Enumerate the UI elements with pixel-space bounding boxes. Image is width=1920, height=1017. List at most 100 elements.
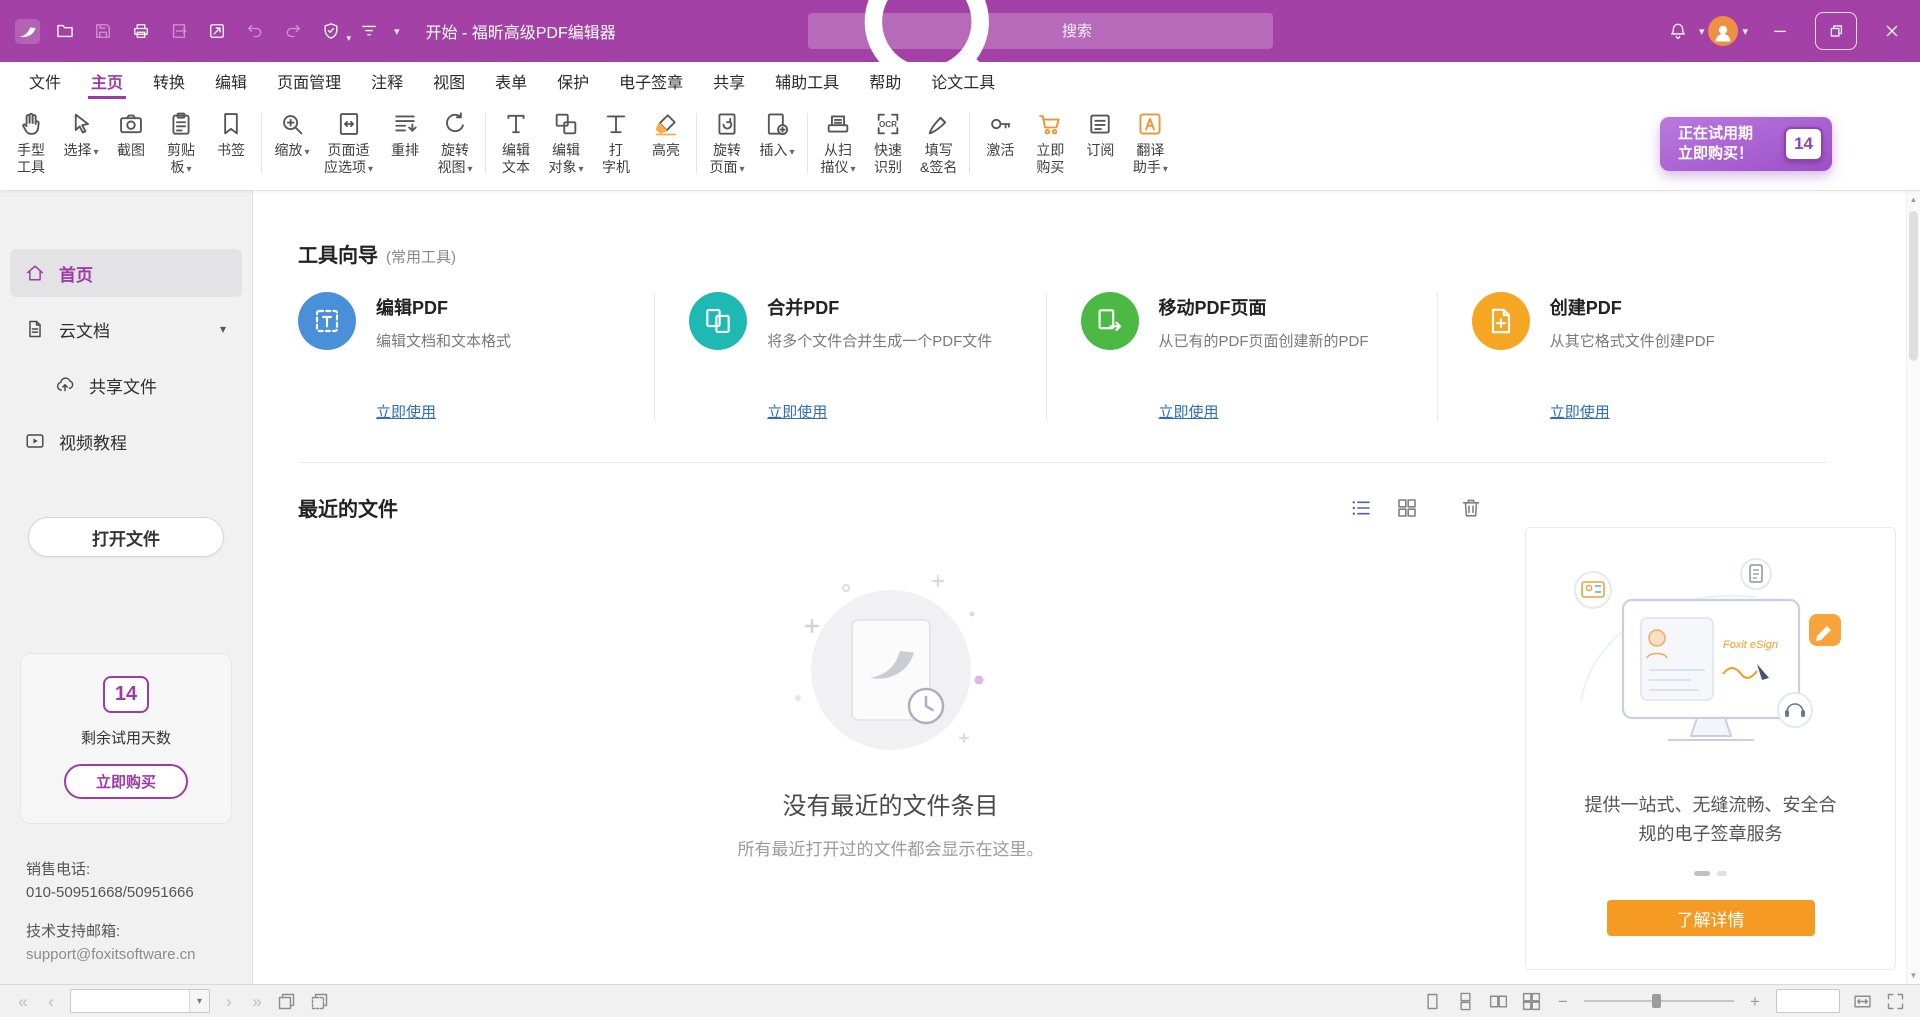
snapshot-button[interactable]: 截图	[106, 103, 156, 184]
account-caret-icon[interactable]: ▾	[1738, 25, 1752, 38]
menu-tab-8[interactable]: 保护	[542, 62, 604, 99]
buy-now-button[interactable]: 立即购买	[1025, 103, 1075, 184]
menu-tab-13[interactable]: 论文工具	[916, 62, 1010, 99]
use-now-link[interactable]: 立即使用	[767, 401, 827, 422]
undo-icon[interactable]	[238, 15, 272, 47]
list-view-icon[interactable]	[1349, 496, 1373, 520]
export-pdf-icon[interactable]	[162, 15, 196, 47]
menu-tab-5[interactable]: 注释	[356, 62, 418, 99]
last-page-button[interactable]: »	[248, 993, 266, 1010]
bookmark-button[interactable]: 书签	[206, 103, 256, 184]
open-file-button[interactable]: 打开文件	[28, 517, 224, 557]
support-email-link[interactable]: support@foxitsoftware.cn	[26, 943, 252, 966]
next-page-button[interactable]: ›	[220, 993, 238, 1010]
highlight-button[interactable]: 高亮	[641, 103, 691, 184]
zoom-in-button[interactable]: +	[1746, 993, 1764, 1010]
esign-protect-icon[interactable]: ▾	[314, 15, 348, 47]
zoom-percent-input[interactable]	[1776, 989, 1840, 1013]
subscribe-button[interactable]: 订阅	[1075, 103, 1125, 184]
zoom-out-button[interactable]: −	[1554, 993, 1572, 1010]
facing-icon[interactable]	[1488, 991, 1509, 1012]
open-file-icon[interactable]	[48, 15, 82, 47]
scrollbar-thumb[interactable]	[1909, 211, 1918, 361]
zoom-button[interactable]: 缩放▾	[267, 103, 317, 184]
user-avatar[interactable]	[1708, 16, 1738, 46]
ribbon-button-label: 翻译助手▾	[1133, 142, 1168, 178]
scroll-up-arrow-icon[interactable]: ▲	[1910, 195, 1918, 204]
fit-width-icon[interactable]	[1852, 991, 1873, 1012]
rotate-view-button[interactable]: 旋转视图▾	[430, 103, 480, 184]
search-input[interactable]	[1062, 23, 1261, 40]
restore-button[interactable]	[1808, 0, 1864, 62]
page-list-dropdown-button[interactable]: ▾	[189, 990, 209, 1012]
close-button[interactable]	[1864, 0, 1920, 62]
sidebar-item-cloud-docs[interactable]: 云文档▾	[10, 305, 242, 353]
merge-pdf-icon	[689, 292, 747, 350]
learn-more-button[interactable]: 了解详情	[1607, 900, 1815, 936]
use-now-link[interactable]: 立即使用	[1159, 401, 1219, 422]
save-icon[interactable]	[86, 15, 120, 47]
quick-ocr-button[interactable]: OCR快速识别	[863, 103, 913, 184]
menu-tab-10[interactable]: 共享	[698, 62, 760, 99]
buy-now-button[interactable]: 立即购买	[64, 764, 188, 799]
prev-page-button[interactable]: ‹	[42, 993, 60, 1010]
edit-text-button[interactable]: 编辑文本	[491, 103, 541, 184]
fill-sign-button[interactable]: 填写&签名	[913, 103, 964, 184]
snapshot-add-icon[interactable]	[309, 991, 330, 1012]
search-box[interactable]	[808, 13, 1273, 49]
print-icon[interactable]	[124, 15, 158, 47]
carousel-dot[interactable]	[1717, 871, 1727, 876]
zoom-slider-thumb[interactable]	[1652, 994, 1661, 1008]
continuous-facing-icon[interactable]	[1521, 991, 1542, 1012]
grid-view-icon[interactable]	[1395, 496, 1419, 520]
redo-icon[interactable]	[276, 15, 310, 47]
scroll-down-arrow-icon[interactable]: ▼	[1910, 971, 1918, 980]
reflow-button[interactable]: 重排	[380, 103, 430, 184]
trash-icon[interactable]	[1459, 496, 1483, 520]
sidebar-item-video-tutorials[interactable]: 视频教程	[10, 417, 242, 465]
sidebar-item-shared-files[interactable]: 共享文件	[10, 361, 242, 409]
menu-tab-3[interactable]: 编辑	[200, 62, 262, 99]
edit-object-button[interactable]: 编辑对象▾	[541, 103, 591, 184]
menu-tab-12[interactable]: 帮助	[854, 62, 916, 99]
menu-tab-0[interactable]: 文件	[14, 62, 76, 99]
first-page-button[interactable]: «	[14, 993, 32, 1010]
notifications-bell-icon[interactable]	[1661, 15, 1695, 47]
share-doc-icon[interactable]	[200, 15, 234, 47]
single-page-icon[interactable]	[1422, 991, 1443, 1012]
chevron-down-icon[interactable]: ▾	[220, 322, 226, 336]
highlight-icon	[652, 110, 680, 138]
toolbar-customize-icon[interactable]	[352, 15, 386, 47]
insert-pages-button[interactable]: 插入▾	[752, 103, 802, 184]
menu-tab-4[interactable]: 页面管理	[262, 62, 356, 99]
translate-assistant-button[interactable]: 翻译助手▾	[1125, 103, 1175, 184]
hand-tool-button[interactable]: 手型工具	[6, 103, 56, 184]
typewriter-button[interactable]: 打字机	[591, 103, 641, 184]
menu-tab-11[interactable]: 辅助工具	[760, 62, 854, 99]
page-number-input[interactable]	[71, 990, 189, 1012]
trial-purchase-badge[interactable]: 正在试用期 立即购买！ 14	[1660, 117, 1832, 171]
use-now-link[interactable]: 立即使用	[1550, 401, 1610, 422]
page-fit-options-button[interactable]: 页面适应选项▾	[317, 103, 380, 184]
snapshot-icon[interactable]	[276, 991, 297, 1012]
carousel-dot-active[interactable]	[1694, 871, 1710, 876]
menu-tab-6[interactable]: 视图	[418, 62, 480, 99]
activate-button[interactable]: 激活	[975, 103, 1025, 184]
sidebar-item-home[interactable]: 首页	[10, 249, 242, 297]
menu-tab-1[interactable]: 主页	[76, 62, 138, 99]
zoom-slider[interactable]	[1584, 991, 1734, 1011]
menu-tab-7[interactable]: 表单	[480, 62, 542, 99]
clipboard-button[interactable]: 剪贴板▾	[156, 103, 206, 184]
notifications-caret-icon[interactable]: ▾	[1695, 25, 1709, 38]
minimize-button[interactable]	[1752, 0, 1808, 62]
from-scanner-button[interactable]: 从扫描仪▾	[813, 103, 863, 184]
menu-tab-9[interactable]: 电子签章	[604, 62, 698, 99]
menu-tab-2[interactable]: 转换	[138, 62, 200, 99]
vertical-scrollbar[interactable]: ▲ ▼	[1906, 191, 1920, 984]
continuous-icon[interactable]	[1455, 991, 1476, 1012]
select-button[interactable]: 选择▾	[56, 103, 106, 184]
fullscreen-icon[interactable]	[1885, 991, 1906, 1012]
rotate-pages-button[interactable]: 旋转页面▾	[702, 103, 752, 184]
quick-toolbar-caret-icon[interactable]: ▾	[390, 25, 404, 38]
use-now-link[interactable]: 立即使用	[376, 401, 436, 422]
